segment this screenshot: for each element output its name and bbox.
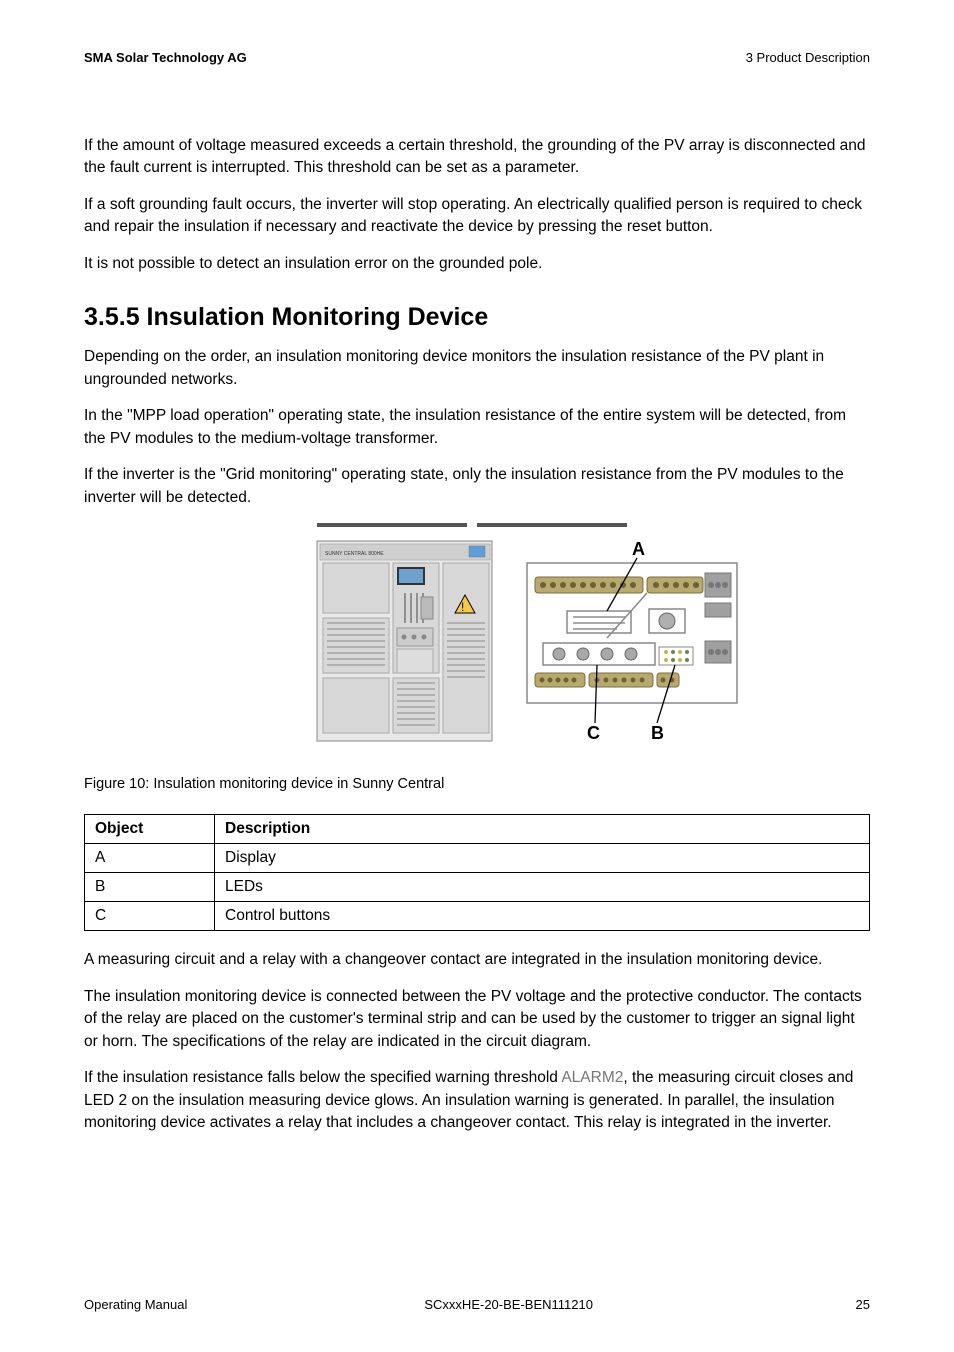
paragraph-grid-monitoring: If the inverter is the "Grid monitoring"… — [84, 464, 870, 509]
paragraph-threshold: If the amount of voltage measured exceed… — [84, 135, 870, 180]
header-company: SMA Solar Technology AG — [84, 50, 247, 65]
footer-center: SCxxxHE-20-BE-BEN111210 — [424, 1297, 593, 1312]
paragraph-soft-fault: If a soft grounding fault occurs, the in… — [84, 194, 870, 239]
cell-desc: Display — [215, 844, 870, 873]
cell-object: A — [85, 844, 215, 873]
section-heading-insulation: 3.5.5 Insulation Monitoring Device — [84, 303, 870, 332]
paragraph-connection: The insulation monitoring device is conn… — [84, 986, 870, 1053]
table-head-description: Description — [215, 815, 870, 844]
figure-label-b: B — [651, 723, 664, 743]
table-row: C Control buttons — [85, 902, 870, 931]
alarm2-code: ALARM2 — [561, 1069, 623, 1086]
figure-caption: Figure 10: Insulation monitoring device … — [84, 776, 870, 792]
page-footer: Operating Manual SCxxxHE-20-BE-BEN111210… — [84, 1297, 870, 1312]
paragraph-mpp: In the "MPP load operation" operating st… — [84, 405, 870, 450]
footer-page: 25 — [830, 1297, 870, 1312]
figure-label-a: A — [632, 539, 645, 559]
cell-desc: Control buttons — [215, 902, 870, 931]
table-row: B LEDs — [85, 873, 870, 902]
header-breadcrumb: 3 Product Description — [746, 50, 870, 65]
paragraph-grounded-pole: It is not possible to detect an insulati… — [84, 253, 870, 275]
page-header: SMA Solar Technology AG 3 Product Descri… — [84, 50, 870, 65]
object-description-table: Object Description A Display B LEDs C Co… — [84, 814, 870, 931]
figure-container: SUNNY CENTRAL 800HE — [84, 523, 870, 758]
paragraph-order: Depending on the order, an insulation mo… — [84, 346, 870, 391]
cell-object: B — [85, 873, 215, 902]
paragraph-alarm: If the insulation resistance falls below… — [84, 1067, 870, 1134]
cell-object: C — [85, 902, 215, 931]
paragraph-alarm-a: If the insulation resistance falls below… — [84, 1069, 561, 1086]
figure-label-c: C — [587, 723, 600, 743]
cell-desc: LEDs — [215, 873, 870, 902]
table-head-object: Object — [85, 815, 215, 844]
paragraph-measuring-circuit: A measuring circuit and a relay with a c… — [84, 949, 870, 971]
svg-text:!: ! — [461, 600, 464, 614]
panel-label: SUNNY CENTRAL 800HE — [325, 551, 384, 557]
table-row: A Display — [85, 844, 870, 873]
figure-svg: SUNNY CENTRAL 800HE — [207, 523, 747, 753]
footer-left: Operating Manual — [84, 1297, 187, 1312]
